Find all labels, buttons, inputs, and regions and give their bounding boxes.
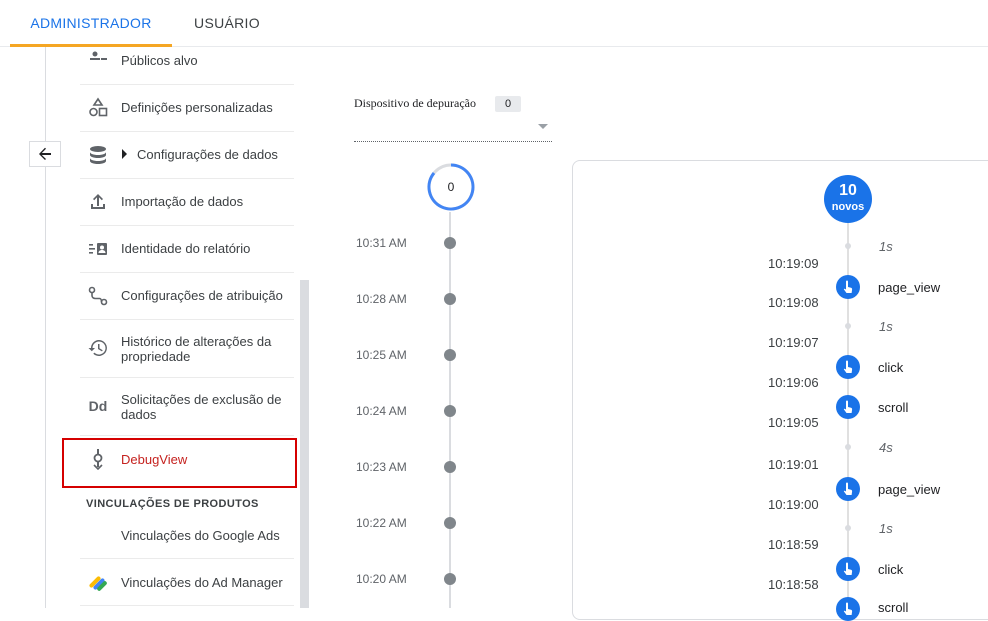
gap-label: 1s xyxy=(879,319,893,334)
database-icon xyxy=(86,143,110,167)
nav-item-label: Configurações de dados xyxy=(137,147,278,162)
nav-item-configuracoes-de-dados[interactable]: Configurações de dados xyxy=(80,132,294,179)
attribution-icon xyxy=(86,284,110,308)
touch-icon xyxy=(843,602,853,615)
nav-item-label: Histórico de alterações da propriedade xyxy=(121,334,272,364)
minutes-count-circle: 0 xyxy=(427,163,475,211)
nav-item-label: Configurações de atribuição xyxy=(121,288,283,303)
event-time: 10:18:58 xyxy=(768,577,819,592)
ad-manager-icon xyxy=(86,570,110,594)
event-name[interactable]: scroll xyxy=(878,400,908,415)
nav-item-historico-de-alteracoes[interactable]: Histórico de alterações da propriedade xyxy=(80,320,294,378)
audience-icon xyxy=(86,49,110,73)
new-count: 10 xyxy=(839,182,857,199)
nav-item-label: Identidade do relatório xyxy=(121,241,251,256)
debug-device-select[interactable] xyxy=(354,120,552,142)
nav-item-label: Vinculações do Ad Manager xyxy=(121,575,283,590)
event-time: 10:18:59 xyxy=(768,537,819,552)
nav-item-vinculacoes-ad-manager[interactable]: Vinculações do Ad Manager xyxy=(80,559,294,606)
top-tab-bar: ADMINISTRADOR USUÁRIO xyxy=(0,0,988,47)
minute-time: 10:31 AM xyxy=(356,236,407,250)
event-time: 10:19:09 xyxy=(768,256,819,271)
minute-dot[interactable] xyxy=(444,293,456,305)
chevron-down-icon xyxy=(538,124,548,129)
nav-item-vinculacoes-google-ads[interactable]: Vinculações do Google Ads xyxy=(80,512,294,559)
event-scroll[interactable] xyxy=(836,395,860,419)
panel-divider xyxy=(45,47,46,608)
arrow-left-icon xyxy=(39,147,51,160)
touch-icon xyxy=(843,360,853,373)
touch-icon xyxy=(843,400,853,413)
event-scroll[interactable] xyxy=(836,597,860,621)
minutes-count: 0 xyxy=(448,180,455,194)
nav-item-label: Solicitações de exclusão de dados xyxy=(121,392,282,422)
nav-item-label: Públicos alvo xyxy=(121,53,198,68)
event-time: 10:19:05 xyxy=(768,415,819,430)
minute-dot[interactable] xyxy=(444,517,456,529)
minute-dot[interactable] xyxy=(444,349,456,361)
gap-label: 1s xyxy=(879,239,893,254)
gap-dot xyxy=(845,525,851,531)
nav-item-configuracoes-de-atribuicao[interactable]: Configurações de atribuição xyxy=(80,273,294,320)
minute-dot[interactable] xyxy=(444,405,456,417)
nav-item-solicitacoes-de-exclusao[interactable]: Dd Solicitações de exclusão de dados xyxy=(80,378,294,436)
gap-dot xyxy=(845,243,851,249)
new-label: novos xyxy=(831,201,865,213)
nav-item-importacao-de-dados[interactable]: Importação de dados xyxy=(80,179,294,226)
data-deletion-icon: Dd xyxy=(88,398,108,414)
nav-scrollbar[interactable] xyxy=(300,280,309,608)
touch-icon xyxy=(843,280,853,293)
event-time: 10:19:08 xyxy=(768,295,819,310)
nav-item-label: Definições personalizadas xyxy=(121,100,273,115)
event-name[interactable]: page_view xyxy=(878,482,940,497)
shapes-icon xyxy=(86,96,110,120)
gap-label: 1s xyxy=(879,521,893,536)
upload-icon xyxy=(86,190,110,214)
gap-dot xyxy=(845,323,851,329)
event-time: 10:19:06 xyxy=(768,375,819,390)
gap-label: 4s xyxy=(879,440,893,455)
debug-device-count-badge: 0 xyxy=(495,96,521,112)
event-name[interactable]: click xyxy=(878,562,903,577)
nav-item-label: Vinculações do Google Ads xyxy=(121,528,280,543)
seconds-new-count-badge[interactable]: 10 novos xyxy=(824,175,872,223)
section-header-vinculacoes: VINCULAÇÕES DE PRODUTOS xyxy=(86,498,259,510)
back-button[interactable] xyxy=(29,141,61,167)
gap-dot xyxy=(845,444,851,450)
event-time: 10:19:01 xyxy=(768,457,819,472)
minute-time: 10:24 AM xyxy=(356,404,407,418)
event-page-view[interactable] xyxy=(836,477,860,501)
debugview-highlight-box xyxy=(62,438,297,488)
event-name[interactable]: page_view xyxy=(878,280,940,295)
minute-dot[interactable] xyxy=(444,461,456,473)
nav-item-publicos-alvo[interactable]: Públicos alvo xyxy=(80,47,294,85)
history-icon xyxy=(86,336,110,360)
expand-caret-icon[interactable] xyxy=(122,149,127,159)
event-time: 10:19:07 xyxy=(768,335,819,350)
event-click[interactable] xyxy=(836,557,860,581)
touch-icon xyxy=(843,482,853,495)
minute-time: 10:23 AM xyxy=(356,460,407,474)
tab-administrador[interactable]: ADMINISTRADOR xyxy=(10,0,172,47)
event-time: 10:19:00 xyxy=(768,497,819,512)
minute-time: 10:28 AM xyxy=(356,292,407,306)
event-page-view[interactable] xyxy=(836,275,860,299)
minute-time: 10:22 AM xyxy=(356,516,407,530)
minute-dot[interactable] xyxy=(444,237,456,249)
touch-icon xyxy=(843,562,853,575)
minute-time: 10:25 AM xyxy=(356,348,407,362)
minute-time: 10:20 AM xyxy=(356,572,407,586)
event-name[interactable]: click xyxy=(878,360,903,375)
nav-item-definicoes-personalizadas[interactable]: Definições personalizadas xyxy=(80,85,294,132)
reporting-identity-icon xyxy=(86,237,110,261)
nav-item-identidade-do-relatorio[interactable]: Identidade do relatório xyxy=(80,226,294,273)
debug-device-label: Dispositivo de depuração xyxy=(354,96,476,110)
minute-dot[interactable] xyxy=(444,573,456,585)
tab-usuario[interactable]: USUÁRIO xyxy=(172,0,282,47)
event-click[interactable] xyxy=(836,355,860,379)
nav-item-label: Importação de dados xyxy=(121,194,244,209)
